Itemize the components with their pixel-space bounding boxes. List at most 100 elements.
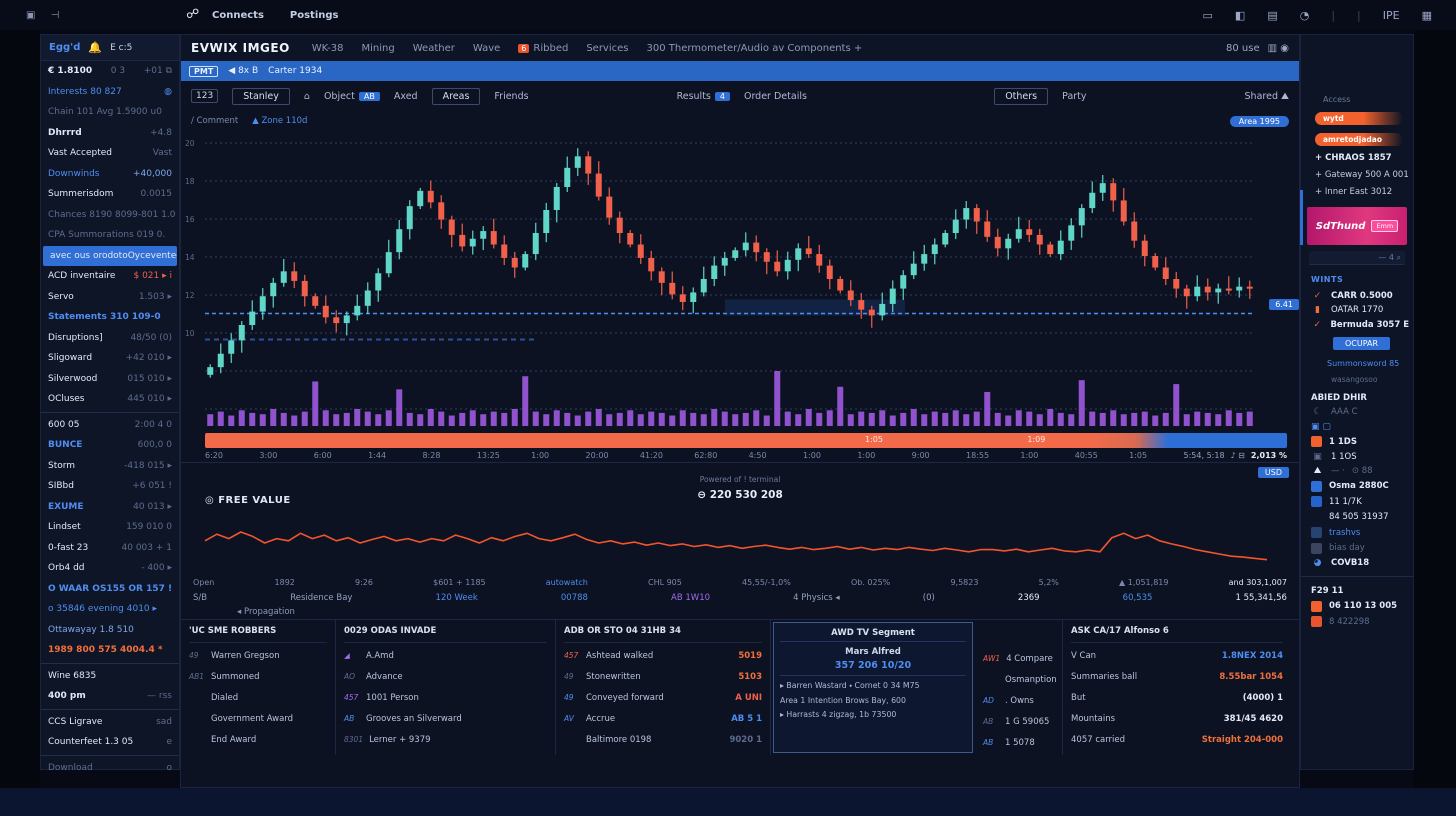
watchlist-title[interactable]: Egg'd xyxy=(49,42,80,53)
instrument-menu-item[interactable]: 300 Thermometer/Audio av Components + xyxy=(646,43,862,54)
instrument-menu-item[interactable]: Services xyxy=(586,43,628,54)
candlestick-chart[interactable]: 201816141210 6.41 xyxy=(181,131,1299,431)
asset-item[interactable]: ◕COVB18 xyxy=(1301,554,1413,569)
watchlist-row[interactable]: Disruptions]48/50 (0) xyxy=(41,328,179,349)
table-row[interactable]: 457Ashtead walked5019 xyxy=(564,645,762,666)
tray-icon[interactable]: ◧ xyxy=(1235,9,1245,22)
watchlist-row[interactable]: CCS Ligravesad xyxy=(41,712,179,733)
watchlist-row[interactable]: Ottawayay 1.8 510 xyxy=(41,620,179,641)
news-bullet[interactable]: + CHRAOS 1857 xyxy=(1301,146,1413,163)
friends-button[interactable]: Friends xyxy=(494,91,528,102)
watchlist-row[interactable]: Statements 310 109-0 xyxy=(41,307,179,328)
home-icon[interactable]: ⌂ xyxy=(304,91,310,102)
table-row[interactable]: AB1Summoned xyxy=(189,666,327,687)
table-row[interactable]: AD. Owns xyxy=(983,690,1054,711)
table-row[interactable]: But(4000) 1 xyxy=(1071,687,1283,708)
watchlist-row[interactable]: o 35846 evening 4010 ▸ xyxy=(41,599,179,620)
hot-tag-pill[interactable]: wytd xyxy=(1315,112,1403,125)
news-bullet[interactable]: + Gateway 500 A 001 xyxy=(1301,163,1413,180)
mini-search-input[interactable]: — 4 ⌕ xyxy=(1309,251,1405,265)
results-button[interactable]: Results4 xyxy=(677,91,730,102)
instrument-menu-item[interactable]: Mining xyxy=(362,43,395,54)
wints-item[interactable]: ✓CARR 0.5000 xyxy=(1301,286,1413,301)
table-row[interactable]: 4057 carriedStraight 204-000 xyxy=(1071,729,1283,750)
header-icon[interactable]: ▥ xyxy=(1268,43,1281,54)
top-menu-item[interactable]: Connects xyxy=(212,10,264,21)
table-row[interactable]: Summaries ball8.55bar 1054 xyxy=(1071,666,1283,687)
watchlist-row[interactable]: O WAAR OS155 OR 157 ! xyxy=(41,579,179,600)
propagation-link[interactable]: ◂ Propagation xyxy=(181,603,1299,619)
highlight-panel[interactable]: AWD TV Segment Mars Alfred 357 206 10/20… xyxy=(773,622,973,753)
tray-icon[interactable]: ▭ xyxy=(1203,9,1213,22)
scroll-indicator[interactable] xyxy=(1300,190,1303,245)
asset-item[interactable]: ⛰— · ⊙ 88 xyxy=(1301,462,1413,477)
tray-icon[interactable]: ▤ xyxy=(1267,9,1277,22)
legend-comment[interactable]: / Comment xyxy=(191,116,238,126)
table-row[interactable]: Osmanption xyxy=(983,669,1054,690)
tray-icon[interactable]: | xyxy=(1357,9,1361,22)
watchlist-row[interactable]: 600 052:00 4 0 xyxy=(41,415,179,436)
table-row[interactable]: 49Conveyed forwardA UNI xyxy=(564,687,762,708)
table-row[interactable]: V Can1.8NEX 2014 xyxy=(1071,645,1283,666)
watchlist-row[interactable]: 1989 800 575 4004.4 * xyxy=(41,640,179,661)
asset-item[interactable]: ▣ ▢ xyxy=(1301,417,1413,432)
table-row[interactable]: Government Award xyxy=(189,708,327,729)
footer-asset-item[interactable]: 06 110 13 005 xyxy=(1301,596,1413,612)
table-row[interactable]: ABGrooves an Silverward xyxy=(344,708,547,729)
object-button[interactable]: ObjectAB xyxy=(324,91,380,102)
watchlist-row[interactable]: Lindset159 010 0 xyxy=(41,517,179,538)
promo-button[interactable]: Emm xyxy=(1371,220,1398,232)
tray-icon[interactable]: ▦ xyxy=(1422,9,1432,22)
table-row[interactable]: 8301Lerner + 9379 xyxy=(344,729,547,750)
table-row[interactable]: AB1 5078 xyxy=(983,732,1054,753)
legend-zone[interactable]: ▲ Zone 110d xyxy=(252,116,307,126)
asset-item[interactable]: 1 1DS xyxy=(1301,432,1413,448)
grid-view-icon[interactable]: 123 xyxy=(191,89,218,103)
watchlist-row[interactable]: Vast AcceptedVast xyxy=(41,143,179,164)
asset-item[interactable]: ☾AAA C xyxy=(1301,403,1413,418)
watchlist-row[interactable]: EXUME40 013 ▸ xyxy=(41,497,179,518)
watchlist-row[interactable]: € 1.81000 3+01 ⧉ xyxy=(41,61,179,82)
watchlist-row[interactable]: 400 pm— rss xyxy=(41,686,179,707)
tray-icon[interactable]: ◔ xyxy=(1300,9,1310,22)
top-menu-item[interactable]: Postings xyxy=(290,10,339,21)
instrument-menu-item[interactable]: Wave xyxy=(473,43,500,54)
table-row[interactable]: AW14 Compare xyxy=(983,648,1054,669)
window-icons[interactable]: ▣ ⊣ xyxy=(0,10,90,21)
watchlist-row[interactable]: Orb4 dd- 400 ▸ xyxy=(41,558,179,579)
watchlist-row[interactable]: Downloado xyxy=(41,758,179,779)
watchlist-row[interactable]: Chances 8190 8099-801 1.0 xyxy=(41,205,179,226)
table-row[interactable]: AOAdvance xyxy=(344,666,547,687)
instrument-menu-item[interactable]: WK-38 xyxy=(312,43,344,54)
promo-banner[interactable]: SdThundEmm xyxy=(1307,207,1407,245)
news-bullet[interactable]: + Inner East 3012 xyxy=(1301,180,1413,197)
ocupar-button[interactable]: OCUPAR xyxy=(1333,337,1390,350)
shared-button[interactable]: Shared ⛰ xyxy=(1245,91,1289,102)
table-row[interactable]: End Award xyxy=(189,729,327,750)
watchlist-row[interactable]: Downwinds+40,000 xyxy=(41,164,179,185)
time-axis-icons[interactable]: ♪ ⊟ xyxy=(1231,451,1245,460)
bell-icon[interactable]: 🔔 xyxy=(88,41,102,54)
asset-item[interactable]: 11 1/7K xyxy=(1301,492,1413,508)
watchlist-row[interactable]: OCluses445 010 ▸ xyxy=(41,389,179,410)
asset-item[interactable]: bias day xyxy=(1301,538,1413,554)
summons-link[interactable]: Summonsword 85 xyxy=(1301,350,1413,368)
axed-button[interactable]: Axed xyxy=(394,91,418,102)
table-row[interactable]: Dialed xyxy=(189,687,327,708)
table-row[interactable]: AVAccrueAB 5 1 xyxy=(564,708,762,729)
area-pill[interactable]: Area 1995 xyxy=(1230,116,1289,127)
watchlist-row[interactable]: Summerisdom0.0015 xyxy=(41,184,179,205)
instrument-menu-item[interactable]: Weather xyxy=(413,43,455,54)
footer-asset-item[interactable]: 8 422298 xyxy=(1301,612,1413,628)
table-row[interactable]: AB1 G 59065 xyxy=(983,711,1054,732)
areas-button[interactable]: Areas xyxy=(432,88,481,105)
asset-item[interactable]: 84 505 31937 xyxy=(1301,507,1413,523)
header-icon[interactable]: ◉ xyxy=(1280,43,1289,54)
table-row[interactable]: Mountains381/45 4620 xyxy=(1071,708,1283,729)
watchlist-row[interactable]: Dhrrrd+4.8 xyxy=(41,123,179,144)
watchlist-row[interactable]: Storm-418 015 ▸ xyxy=(41,456,179,477)
table-row[interactable]: Baltimore 01989020 1 xyxy=(564,729,762,750)
watchlist-row[interactable]: Servo1.503 ▸ xyxy=(41,287,179,308)
asset-item[interactable]: Osma 2880C xyxy=(1301,476,1413,492)
tray-icon[interactable]: | xyxy=(1331,9,1335,22)
